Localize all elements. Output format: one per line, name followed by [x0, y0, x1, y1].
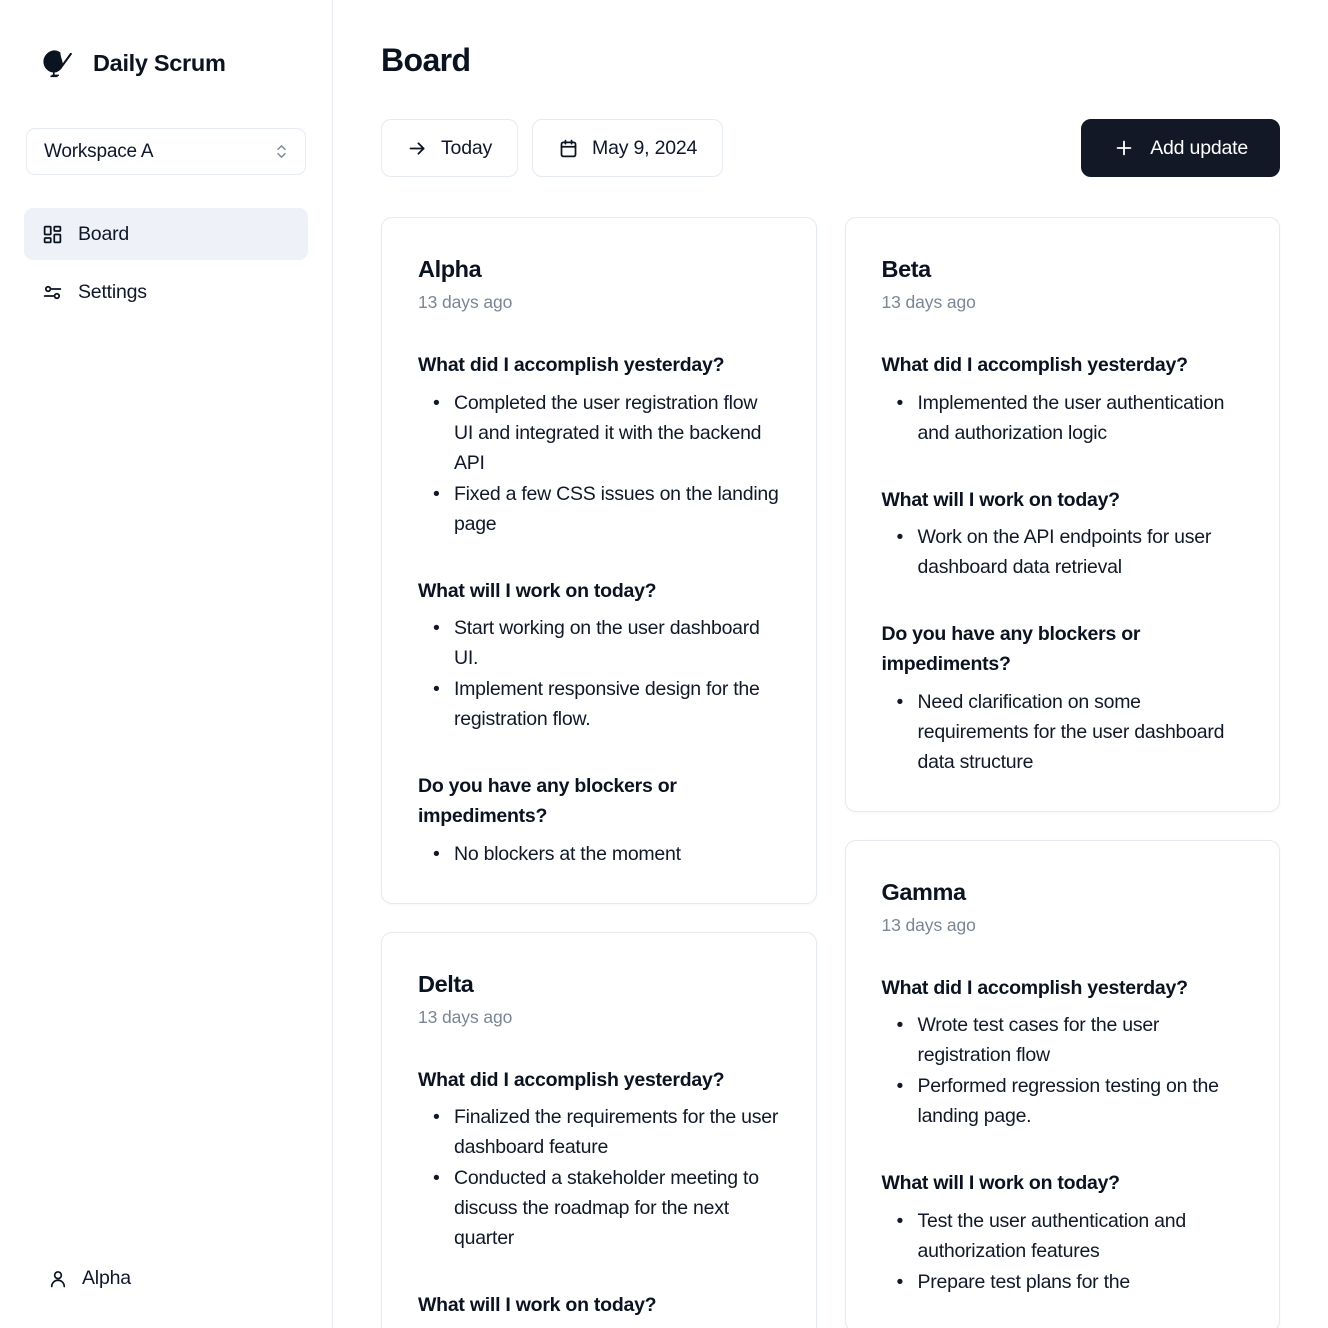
plus-icon: [1116, 140, 1132, 156]
update-section-question: Do you have any blockers or impediments?: [418, 775, 677, 828]
arrow-right-icon: [409, 141, 425, 155]
board-column: Beta 13 days ago What did I accomplish yes…: [844, 217, 1280, 1328]
update-list-item: Completed the user registration flow UI …: [433, 388, 780, 478]
update-card[interactable]: Alpha 13 days ago What did I accomplish ye…: [381, 217, 817, 904]
workspace-selector[interactable]: Workspace A: [26, 128, 306, 175]
update-section: What did I accomplish yesterday? Implemen…: [882, 351, 1244, 448]
sliders-horizontal-icon: [43, 285, 62, 299]
update-card[interactable]: Delta 13 days ago What did I accomplish ye…: [381, 931, 817, 1328]
update-section-list: No blockers at the moment: [418, 839, 780, 869]
update-list-item: No blockers at the moment: [433, 839, 780, 869]
update-card-timestamp: 13 days ago: [418, 292, 513, 312]
update-card[interactable]: Gamma 13 days ago What did I accomplish ye…: [844, 839, 1280, 1328]
page-title: Board: [381, 42, 471, 78]
sidebar: Daily Scrum Workspace A Board Settings A…: [0, 0, 333, 1328]
update-list-item: Conducted a stakeholder meeting to discu…: [433, 1163, 780, 1253]
update-section-list: Work on the API endpoints for user dashb…: [882, 522, 1244, 582]
date-picker-button[interactable]: May 9, 2024: [532, 119, 724, 177]
update-card-title: Delta: [418, 970, 474, 997]
sidebar-item-board[interactable]: Board: [24, 208, 308, 260]
update-section-list: Need clarification on some requirements …: [882, 687, 1244, 777]
date-picker-label: May 9, 2024: [592, 136, 698, 159]
update-list-item: Wrote test cases for the user registrati…: [897, 1010, 1244, 1070]
update-section: Do you have any blockers or impediments?…: [882, 620, 1244, 776]
sidebar-nav: Board Settings: [24, 208, 308, 318]
update-card[interactable]: Beta 13 days ago What did I accomplish yes…: [844, 217, 1280, 812]
update-section: Do you have any blockers or impediments?…: [418, 772, 780, 868]
update-section: What did I accomplish yesterday? Wrote te…: [882, 974, 1244, 1132]
user-icon: [50, 1270, 66, 1287]
update-list-item: Test the user authentication and authori…: [897, 1206, 1244, 1266]
update-list-item: Fixed a few CSS issues on the landing pa…: [433, 479, 780, 539]
update-list-item: Prepare test plans for the: [897, 1267, 1244, 1297]
update-section-list: Wrote test cases for the user registrati…: [882, 1010, 1244, 1131]
board-column: Alpha 13 days ago What did I accomplish ye…: [381, 217, 817, 1328]
today-button-label: Today: [441, 136, 493, 159]
chevron-up-down-icon: [277, 145, 286, 158]
sidebar-item-board-label: Board: [78, 222, 130, 245]
update-section-question: What will I work on today?: [881, 1172, 1121, 1195]
update-section-list: Start working on the user dashboard UI.I…: [418, 613, 780, 734]
update-list-item: Performed regression testing on the land…: [897, 1071, 1244, 1131]
update-card-timestamp: 13 days ago: [881, 914, 976, 935]
update-card-title: Beta: [881, 256, 932, 282]
main-content: Board Today May 9, 2024 Add update Alpha…: [333, 0, 1328, 1328]
update-section-question: What will I work on today?: [418, 579, 657, 602]
update-section-question: What did I accomplish yesterday?: [418, 354, 725, 376]
update-card-timestamp: 13 days ago: [881, 292, 976, 312]
add-update-label: Add update: [1150, 136, 1248, 159]
brand: Daily Scrum: [0, 0, 332, 84]
update-section-question: What did I accomplish yesterday?: [418, 1068, 725, 1091]
brand-name: Daily Scrum: [93, 49, 226, 76]
layout-dashboard-icon: [43, 225, 62, 243]
update-list-item: Start working on the user dashboard UI.: [433, 613, 780, 673]
sidebar-user-label: Alpha: [82, 1267, 131, 1289]
board-columns: Alpha 13 days ago What did I accomplish ye…: [381, 217, 1280, 1328]
today-button[interactable]: Today: [381, 119, 519, 177]
update-list-item: Need clarification on some requirements …: [897, 687, 1244, 777]
update-card-title: Alpha: [418, 256, 482, 282]
update-section-question: What will I work on today?: [418, 1294, 657, 1317]
update-section: What will I work on today? Work on the AP…: [882, 486, 1244, 583]
update-section-list: Implemented the user authentication and …: [882, 388, 1244, 448]
update-section: What will I work on today? Start working …: [418, 577, 780, 735]
calendar-icon: [560, 139, 577, 157]
update-section-question: What did I accomplish yesterday?: [881, 976, 1188, 999]
sidebar-item-settings-label: Settings: [78, 280, 147, 303]
sidebar-user[interactable]: Alpha: [0, 1267, 332, 1328]
kiwi-bird-icon: [43, 50, 72, 78]
update-list-item: Implement responsive design for the regi…: [433, 674, 780, 734]
update-card-timestamp: 13 days ago: [418, 1006, 513, 1027]
toolbar: Today May 9, 2024 Add update: [381, 119, 1280, 177]
app-root: Daily Scrum Workspace A Board Settings A…: [0, 0, 1328, 1328]
update-section-list: Completed the user registration flow UI …: [418, 388, 780, 539]
update-list-item: Work on the API endpoints for user dashb…: [897, 522, 1244, 582]
update-card-title: Gamma: [881, 878, 967, 905]
update-list-item: Finalized the requirements for the user …: [433, 1102, 780, 1162]
update-section: What will I work on today? Test the user …: [882, 1169, 1244, 1297]
update-section-question: Do you have any blockers or impediments?: [881, 623, 1141, 675]
update-section: What did I accomplish yesterday? Finalize…: [418, 1066, 780, 1254]
update-section-question: What will I work on today?: [881, 488, 1121, 511]
update-section-question: What did I accomplish yesterday?: [881, 354, 1188, 376]
add-update-button[interactable]: Add update: [1081, 119, 1280, 177]
update-section-list: Test the user authentication and authori…: [882, 1206, 1244, 1297]
update-section: What did I accomplish yesterday? Complete…: [418, 351, 780, 539]
sidebar-item-settings[interactable]: Settings: [24, 266, 308, 318]
update-section: What will I work on today?: [418, 1291, 780, 1321]
workspace-label: Workspace A: [44, 140, 154, 162]
update-list-item: Implemented the user authentication and …: [897, 388, 1244, 448]
update-section-list: Finalized the requirements for the user …: [418, 1102, 780, 1253]
